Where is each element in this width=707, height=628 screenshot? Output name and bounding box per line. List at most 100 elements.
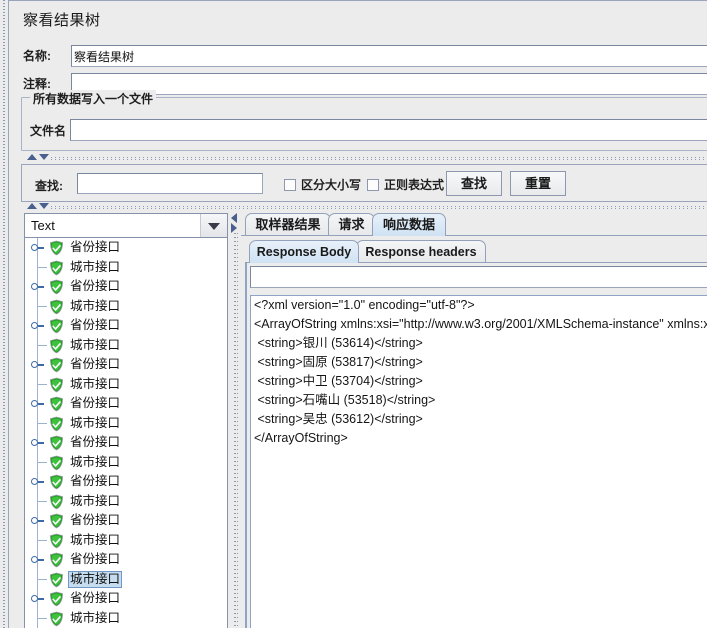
chevron-down-icon[interactable] — [200, 214, 227, 237]
tree-branch-line — [38, 266, 47, 268]
tree-row[interactable]: 城市接口 — [25, 492, 227, 512]
vertical-splitter-grip-2 — [237, 233, 238, 628]
tree-row[interactable]: 省份接口 — [25, 355, 227, 375]
tree-row[interactable]: 省份接口 — [25, 316, 227, 336]
tree-row[interactable]: 省份接口 — [25, 589, 227, 609]
tree-expand-toggle-icon[interactable] — [31, 244, 44, 252]
tree-row[interactable]: 省份接口 — [25, 238, 227, 258]
tree-node-label: 城市接口 — [70, 415, 121, 430]
search-input[interactable] — [77, 173, 263, 194]
response-body-line: <string>中卫 (53704)</string> — [254, 374, 423, 388]
response-body-line: <string>吴忠 (53612)</string> — [254, 412, 423, 426]
tree-expand-toggle-icon[interactable] — [31, 400, 44, 408]
tree-node-label: 省份接口 — [70, 279, 121, 293]
sample-result-tree[interactable]: 省份接口 城市接口 省份接口 城市接口 省份接口 城市接口 省份接口 城市接口 省份接口 城市接口… — [24, 238, 228, 628]
tree-row[interactable]: 城市接口 — [25, 570, 227, 590]
tree-row[interactable]: 省份接口 — [25, 433, 227, 453]
green-shield-check-icon — [49, 396, 64, 412]
search-toolbar: 查找: 区分大小写 正则表达式 查找 重置 — [21, 164, 707, 202]
case-sensitive-label: 区分大小写 — [301, 178, 362, 192]
tree-row[interactable]: 省份接口 — [25, 277, 227, 297]
splitter-upper[interactable] — [21, 153, 707, 162]
green-shield-check-icon — [49, 318, 64, 334]
tree-row[interactable]: 城市接口 — [25, 414, 227, 434]
splitter-grip — [51, 206, 707, 209]
tree-expand-toggle-icon[interactable] — [31, 439, 44, 447]
tree-expand-toggle-icon[interactable] — [31, 595, 44, 603]
tree-node-label: 城市接口 — [70, 610, 121, 625]
vertical-splitter-grip — [234, 233, 236, 628]
tree-row[interactable]: 省份接口 — [25, 472, 227, 492]
tree-node-label: 城市接口 — [70, 298, 121, 313]
splitter-grip — [51, 157, 707, 160]
response-body-text[interactable]: <?xml version="1.0" encoding="utf-8"?> <A… — [250, 295, 707, 628]
tree-row[interactable]: 省份接口 — [25, 550, 227, 570]
collapse-left-icon[interactable] — [231, 213, 237, 223]
tree-expand-toggle-icon[interactable] — [31, 361, 44, 369]
regex-label: 正则表达式 — [384, 178, 445, 192]
tree-branch-line — [38, 344, 47, 346]
green-shield-check-icon — [49, 377, 64, 393]
response-subtabs: Response Body Response headers — [245, 239, 707, 263]
checkbox-box-icon[interactable] — [284, 179, 296, 191]
tab-request[interactable]: 请求 — [328, 213, 375, 236]
green-shield-check-icon — [49, 591, 64, 607]
reset-button[interactable]: 重置 — [510, 171, 566, 196]
green-shield-check-icon — [50, 299, 63, 314]
page-title: 察看结果树 — [23, 12, 101, 29]
green-shield-check-icon — [49, 279, 64, 295]
tree-node-label: 城市接口 — [70, 532, 121, 547]
results-tree-column: Text 省份接口 城市接口 省份接口 城市接口 省份接口 城市接口 省份接口 城市接口 省份接… — [21, 211, 230, 628]
comment-input[interactable] — [71, 73, 707, 95]
tree-branch-line — [38, 422, 47, 424]
collapse-right-icon[interactable] — [231, 223, 237, 233]
tree-node-label: 城市接口 — [70, 259, 121, 274]
green-shield-check-icon — [49, 455, 64, 471]
tree-row[interactable]: 城市接口 — [25, 336, 227, 356]
tree-branch-line — [38, 578, 47, 580]
response-body-line: </ArrayOfString> — [254, 431, 348, 445]
vertical-splitter[interactable] — [230, 211, 241, 628]
find-button[interactable]: 查找 — [446, 171, 502, 196]
tree-expand-toggle-icon[interactable] — [31, 517, 44, 525]
response-find-input[interactable] — [250, 266, 707, 288]
subtab-response-body[interactable]: Response Body — [249, 240, 359, 263]
collapse-up-icon[interactable] — [27, 154, 37, 160]
splitter-lower[interactable] — [21, 202, 707, 211]
renderer-select[interactable]: Text — [24, 213, 228, 238]
tree-node-label: 城市接口 — [70, 376, 121, 391]
tab-sampler-result[interactable]: 取样器结果 — [245, 213, 331, 236]
tree-row[interactable]: 城市接口 — [25, 609, 227, 628]
green-shield-check-icon — [50, 416, 63, 431]
green-shield-check-icon — [50, 318, 63, 334]
checkbox-box-icon[interactable] — [367, 179, 379, 191]
tree-row[interactable]: 城市接口 — [25, 531, 227, 551]
subtab-response-headers[interactable]: Response headers — [356, 240, 486, 263]
tree-expand-toggle-icon[interactable] — [31, 283, 44, 291]
green-shield-check-icon — [50, 455, 63, 470]
result-tabs: 取样器结果 请求 响应数据 — [241, 211, 707, 236]
green-shield-check-icon — [49, 435, 64, 451]
tree-expand-toggle-icon[interactable] — [31, 478, 44, 486]
filename-input[interactable] — [70, 119, 707, 141]
green-shield-check-icon — [49, 533, 64, 549]
tree-row[interactable]: 省份接口 — [25, 511, 227, 531]
tree-row[interactable]: 城市接口 — [25, 297, 227, 317]
tab-response-data[interactable]: 响应数据 — [372, 213, 446, 236]
collapse-up-icon[interactable] — [27, 203, 37, 209]
green-shield-check-icon — [49, 299, 64, 315]
case-sensitive-checkbox[interactable]: 区分大小写 — [284, 176, 361, 193]
collapse-down-icon[interactable] — [39, 203, 49, 209]
tree-branch-line — [38, 461, 47, 463]
green-shield-check-icon — [49, 357, 64, 373]
tree-row[interactable]: 城市接口 — [25, 453, 227, 473]
name-input[interactable] — [71, 45, 707, 67]
regex-checkbox[interactable]: 正则表达式 — [367, 176, 444, 193]
tree-node-label: 省份接口 — [70, 513, 121, 527]
collapse-down-icon[interactable] — [39, 154, 49, 160]
tree-row[interactable]: 城市接口 — [25, 375, 227, 395]
tree-expand-toggle-icon[interactable] — [31, 556, 44, 564]
tree-expand-toggle-icon[interactable] — [31, 322, 44, 330]
tree-row[interactable]: 城市接口 — [25, 258, 227, 278]
tree-row[interactable]: 省份接口 — [25, 394, 227, 414]
